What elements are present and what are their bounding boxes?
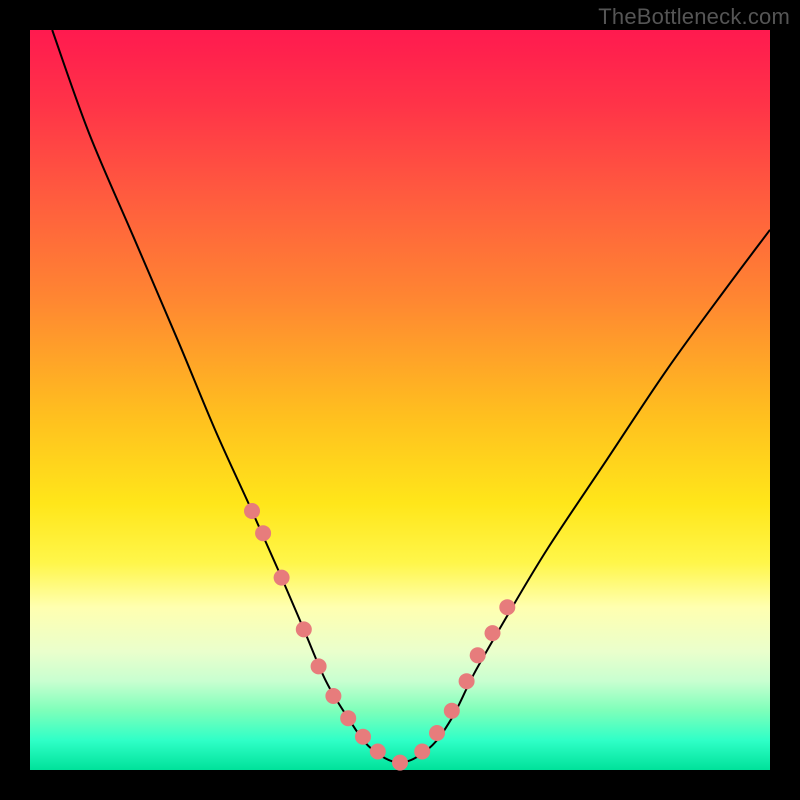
bottleneck-curve [52,30,770,763]
watermark-text: TheBottleneck.com [598,4,790,30]
curve-marker [444,703,460,719]
chart-frame: TheBottleneck.com [0,0,800,800]
curve-marker [459,673,475,689]
plot-area [30,30,770,770]
curve-marker [470,647,486,663]
curve-marker [244,503,260,519]
curve-marker [499,599,515,615]
curve-marker [296,621,312,637]
curve-marker [311,658,327,674]
curve-marker [414,744,430,760]
curve-marker [485,625,501,641]
curve-marker [255,525,271,541]
curve-marker [392,755,408,771]
curve-marker [325,688,341,704]
curve-svg [30,30,770,770]
curve-marker [274,570,290,586]
marker-group [244,503,515,771]
curve-marker [340,710,356,726]
curve-marker [429,725,445,741]
curve-marker [370,744,386,760]
curve-marker [355,729,371,745]
